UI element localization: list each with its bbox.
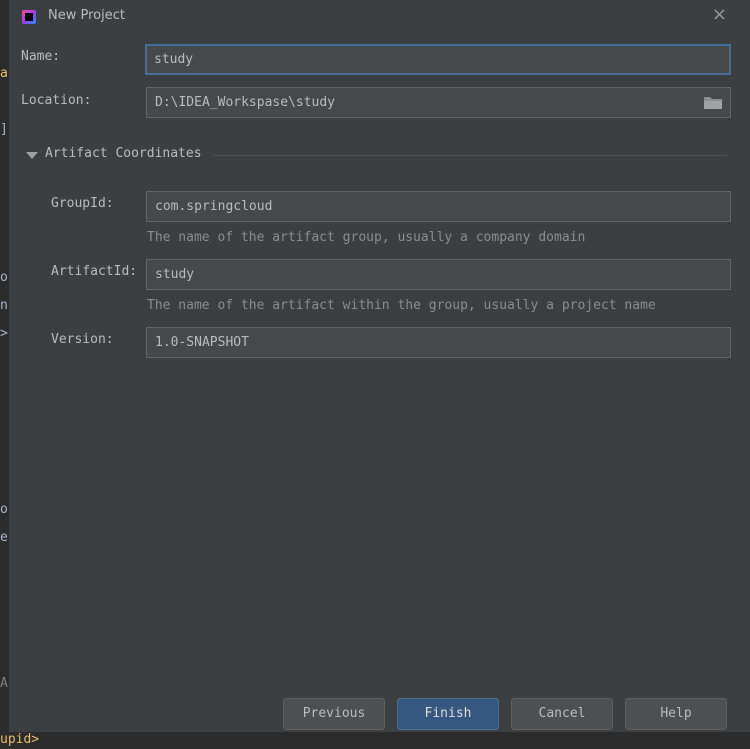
background-editor-char: A: [0, 676, 8, 691]
artifact-coordinates-section-title[interactable]: Artifact Coordinates: [45, 146, 202, 161]
groupid-field-value: com.springcloud: [155, 199, 273, 214]
groupid-field[interactable]: com.springcloud: [146, 191, 731, 222]
section-divider: [213, 155, 727, 156]
version-field-value: 1.0-SNAPSHOT: [155, 335, 249, 350]
background-editor-char: >: [0, 326, 8, 341]
background-editor-char: n: [0, 298, 8, 313]
location-label: Location:: [21, 93, 92, 108]
dialog-title: New Project: [48, 8, 125, 23]
background-editor-text: upid>: [0, 732, 40, 747]
groupid-label: GroupId:: [51, 196, 114, 211]
artifactid-field-value: study: [155, 267, 195, 282]
background-editor-bottom: [0, 732, 750, 749]
intellij-idea-icon: [22, 10, 36, 24]
location-field-value: D:\IDEA_Workspase\study: [155, 95, 336, 110]
finish-button[interactable]: Finish: [397, 698, 499, 730]
background-editor-char: o: [0, 270, 8, 285]
help-button[interactable]: Help: [625, 698, 727, 730]
previous-button[interactable]: Previous: [283, 698, 385, 730]
background-editor-char: e: [0, 530, 8, 545]
background-editor-char: o: [0, 502, 8, 517]
name-field[interactable]: study: [145, 44, 731, 75]
folder-icon[interactable]: [704, 96, 722, 109]
background-editor-char: a: [0, 66, 8, 81]
chevron-down-icon[interactable]: [26, 152, 38, 159]
close-icon[interactable]: ×: [712, 4, 727, 25]
name-label: Name:: [21, 49, 61, 64]
groupid-hint: The name of the artifact group, usually …: [147, 230, 586, 245]
location-field[interactable]: D:\IDEA_Workspase\study: [146, 87, 731, 118]
version-field[interactable]: 1.0-SNAPSHOT: [146, 327, 731, 358]
dialog-titlebar: New Project ×: [9, 0, 750, 32]
background-editor-char: ]: [0, 122, 8, 137]
artifactid-label: ArtifactId:: [51, 264, 138, 279]
cancel-button[interactable]: Cancel: [511, 698, 613, 730]
new-project-dialog: New Project × Name: study Location: D:\I…: [8, 0, 750, 732]
artifactid-field[interactable]: study: [146, 259, 731, 290]
artifactid-hint: The name of the artifact within the grou…: [147, 298, 656, 313]
version-label: Version:: [51, 332, 114, 347]
name-field-value: study: [154, 52, 194, 67]
